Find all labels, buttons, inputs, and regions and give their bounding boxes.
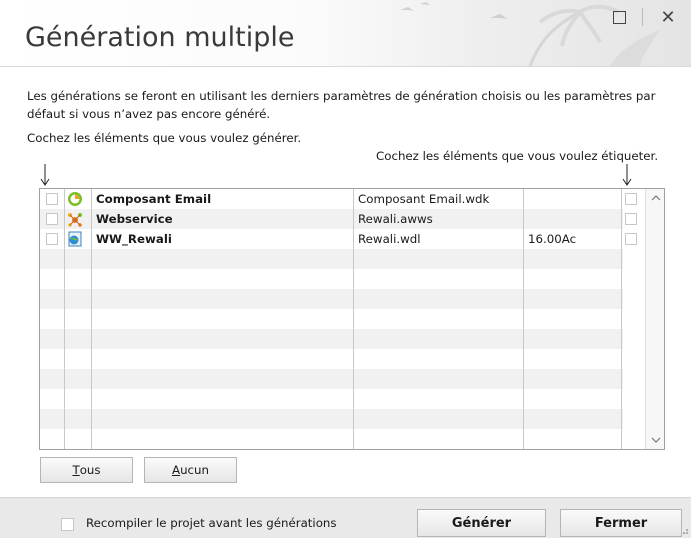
column-divider: [91, 189, 92, 449]
arrow-down-icon: [622, 164, 632, 186]
item-file: Rewali.wdl: [358, 232, 421, 246]
column-divider: [353, 189, 354, 449]
empty-row: [40, 309, 623, 329]
empty-row: [40, 329, 623, 349]
title-bar: Génération multiple ✕: [0, 0, 691, 67]
recompile-label: Recompiler le projet avant les génératio…: [86, 516, 337, 530]
maximize-button[interactable]: [596, 4, 642, 30]
chevron-up-icon: [651, 195, 660, 201]
column-divider: [523, 189, 524, 449]
elements-table[interactable]: Composant Email Composant Email.wdk Webs…: [39, 188, 665, 450]
label-checkbox[interactable]: [625, 233, 637, 245]
empty-row: [40, 369, 623, 389]
table-rows: Composant Email Composant Email.wdk Webs…: [40, 189, 637, 449]
empty-row: [40, 289, 623, 309]
empty-row: [40, 249, 623, 269]
label-checkbox[interactable]: [625, 213, 637, 225]
column-divider: [621, 189, 622, 449]
table-row[interactable]: Composant Email Composant Email.wdk: [40, 189, 637, 209]
empty-row: [40, 269, 623, 289]
close-button[interactable]: Fermer: [560, 509, 682, 537]
vertical-scrollbar[interactable]: [645, 189, 664, 449]
empty-row: [40, 389, 623, 409]
generate-checkbox[interactable]: [46, 193, 58, 205]
generate-checkbox[interactable]: [46, 233, 58, 245]
scroll-up-button[interactable]: [646, 189, 664, 207]
window-title: Génération multiple: [25, 22, 295, 53]
resize-grip-icon[interactable]: [681, 527, 689, 535]
item-file: Composant Email.wdk: [358, 192, 490, 206]
arrow-down-icon: [40, 164, 50, 186]
item-version: 16.00Ac: [528, 232, 577, 246]
title-separator: [642, 8, 643, 26]
maximize-icon: [612, 10, 626, 24]
empty-row: [40, 349, 623, 369]
webservice-icon: [68, 213, 82, 227]
description-text: Les générations se feront en utilisant l…: [27, 89, 656, 121]
empty-row: [40, 429, 623, 449]
item-file: Rewali.awws: [358, 212, 433, 226]
generate-button[interactable]: Générer: [417, 509, 546, 537]
close-window-button[interactable]: ✕: [645, 4, 691, 30]
scroll-down-button[interactable]: [646, 431, 664, 449]
generate-hint: Cochez les éléments que vous voulez géné…: [27, 131, 302, 145]
select-all-mnemonic: T: [72, 463, 80, 477]
item-name: Webservice: [96, 212, 173, 226]
select-none-label: ucun: [180, 463, 209, 477]
item-name: Composant Email: [96, 192, 212, 206]
webproject-icon: [68, 231, 82, 247]
generate-checkbox[interactable]: [46, 213, 58, 225]
label-checkbox[interactable]: [625, 193, 637, 205]
empty-row: [40, 409, 623, 429]
table-row[interactable]: Webservice Rewali.awws: [40, 209, 637, 229]
chevron-down-icon: [651, 437, 660, 443]
table-row[interactable]: WW_Rewali Rewali.wdl 16.00Ac: [40, 229, 637, 249]
select-none-button[interactable]: Aucun: [144, 457, 237, 483]
label-hint: Cochez les éléments que vous voulez étiq…: [376, 149, 659, 163]
select-none-mnemonic: A: [172, 463, 181, 477]
component-icon: [68, 192, 82, 206]
close-icon: ✕: [660, 6, 676, 28]
item-name: WW_Rewali: [96, 232, 172, 246]
select-all-button[interactable]: Tous: [40, 457, 133, 483]
column-divider: [64, 189, 65, 449]
select-all-label: ous: [79, 463, 101, 477]
recompile-checkbox[interactable]: [61, 518, 74, 531]
